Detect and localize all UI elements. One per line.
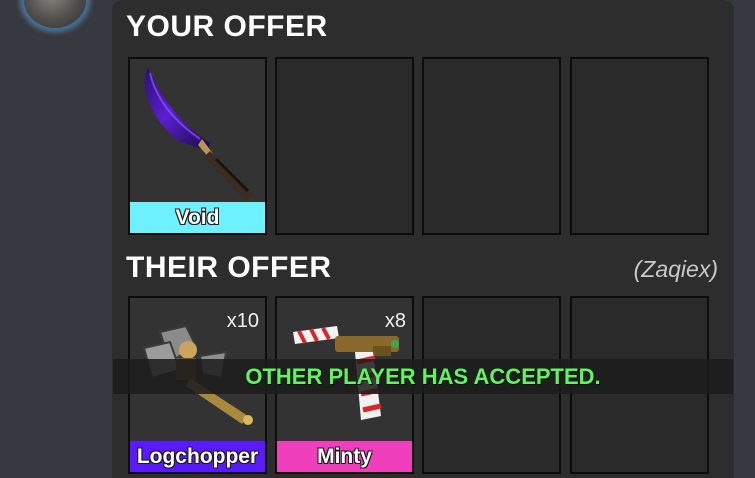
your-offer-title: YOUR OFFER — [126, 10, 328, 43]
trade-partner-name: (Zaqiex) — [633, 256, 718, 282]
your-offer-slot-empty[interactable] — [275, 57, 414, 235]
user-avatar[interactable] — [22, 0, 88, 30]
item-label: Logchopper — [130, 441, 265, 472]
status-banner: OTHER PLAYER HAS ACCEPTED. — [113, 359, 733, 394]
item-quantity: x10 — [226, 310, 259, 332]
item-label: Minty — [277, 441, 412, 472]
their-offer-title: THEIR OFFER — [126, 251, 332, 284]
trade-panel: YOUR OFFER Void THEIR OFFER (Zaqiex) x10… — [112, 0, 734, 478]
your-offer-slot-void[interactable]: Void — [128, 57, 267, 235]
your-offer-slot-empty[interactable] — [570, 57, 709, 235]
your-offer-slot-empty[interactable] — [422, 57, 561, 235]
item-label: Void — [130, 202, 265, 233]
item-quantity: x8 — [384, 310, 406, 332]
void-knife-icon — [144, 67, 254, 201]
